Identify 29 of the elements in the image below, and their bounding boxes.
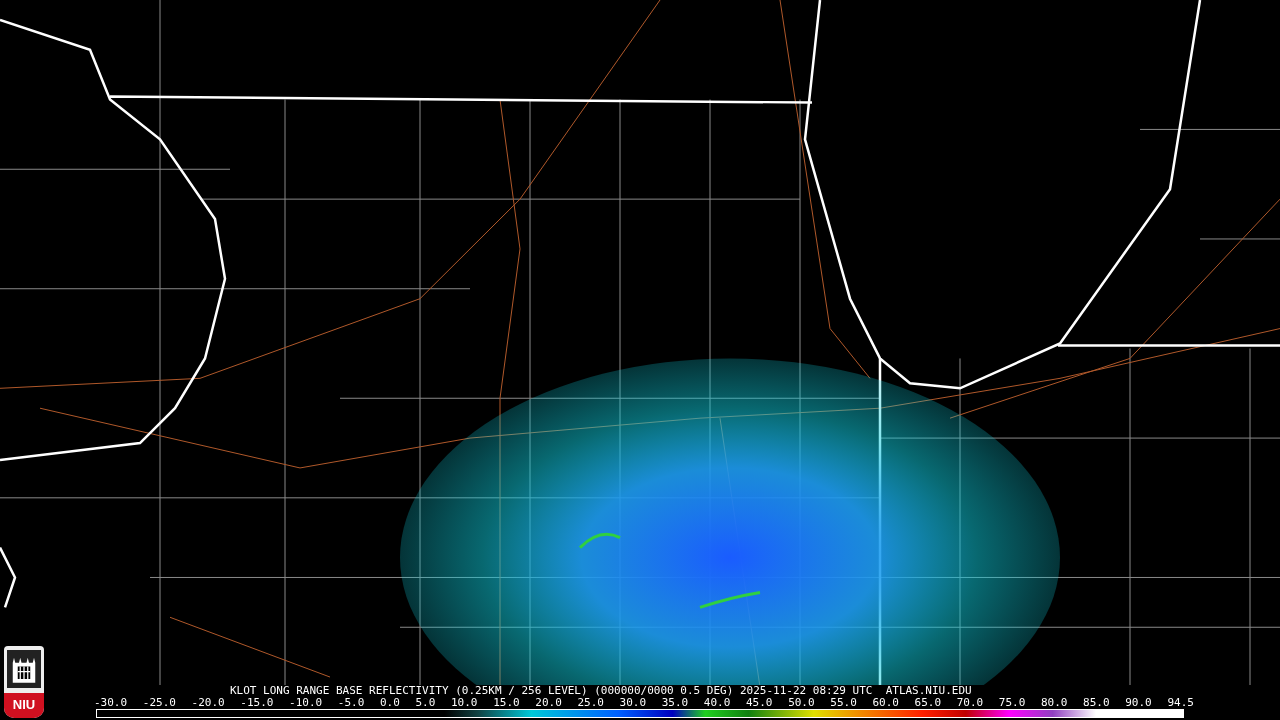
- logo-text: NIU: [4, 693, 44, 718]
- scale-label: 35.0: [661, 697, 689, 708]
- scale-label: 65.0: [914, 697, 942, 708]
- scale-label: 94.5: [1167, 697, 1194, 708]
- scale-label: -5.0: [337, 697, 365, 708]
- scale-label: 40.0: [703, 697, 731, 708]
- scale-label: 20.0: [535, 697, 562, 708]
- product-caption: KLOT LONG RANGE BASE REFLECTIVITY (0.25KM / 256 LEVEL) (000000/0000 0.5 DEG) 2025-11-22 08:29 UTC ATLAS.NIU.EDU: [230, 685, 973, 697]
- scale-label: 45.0: [746, 697, 773, 708]
- scale-label: 60.0: [872, 697, 899, 708]
- tower-icon: [7, 650, 41, 688]
- scale-label: 5.0: [415, 697, 436, 708]
- scale-label: 70.0: [956, 697, 984, 708]
- scale-label: 0.0: [379, 697, 400, 708]
- scale-label: 85.0: [1083, 697, 1110, 708]
- scale-label: -25.0: [142, 697, 176, 708]
- scale-label: 75.0: [998, 697, 1026, 708]
- scale-label: 90.0: [1125, 697, 1152, 708]
- scale-label: 80.0: [1040, 697, 1068, 708]
- scale-label: 10.0: [451, 697, 478, 708]
- scale-label: -10.0: [289, 697, 323, 708]
- scale-label: 30.0: [619, 697, 647, 708]
- scale-label: -30.0: [94, 697, 128, 708]
- scale-label: -15.0: [240, 697, 274, 708]
- scale-label: 50.0: [788, 697, 815, 708]
- scale-label: 55.0: [830, 697, 857, 708]
- scale-label: 15.0: [493, 697, 520, 708]
- scale-label: -20.0: [191, 697, 225, 708]
- scale-label: 25.0: [577, 697, 604, 708]
